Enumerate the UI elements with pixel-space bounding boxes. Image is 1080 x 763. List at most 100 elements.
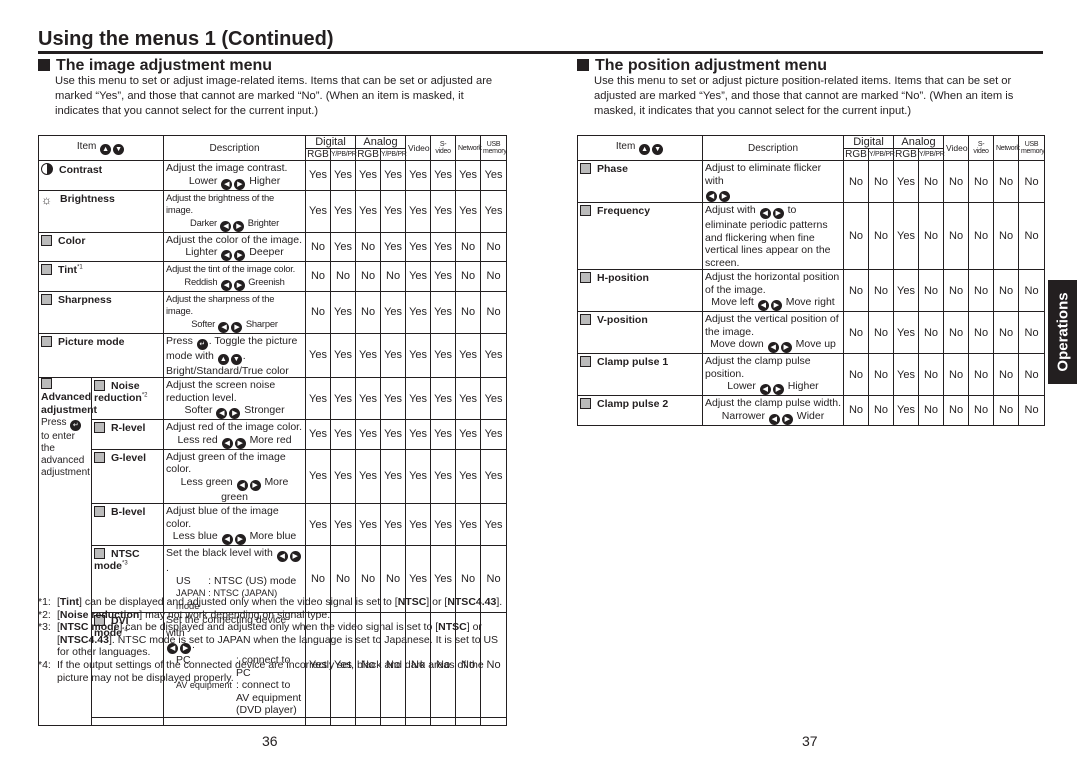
- table-row: R-level Adjust red of the image color. Les…: [39, 419, 508, 450]
- table-row: H-position Adjust the horizontal position…: [577, 269, 1046, 312]
- availability-cell: Yes: [455, 448, 482, 504]
- footnote-ref: *3: [122, 560, 128, 567]
- description-text: Adjust the horizontal position of the im…: [705, 271, 840, 296]
- table-row: Tint*1 Adjust the tint of the image color…: [37, 261, 508, 292]
- spacer-cell: [305, 716, 332, 726]
- left-button-icon: ◀: [276, 551, 288, 562]
- press-label: Press: [41, 417, 67, 428]
- availability-cell: Yes: [430, 419, 457, 450]
- availability-cell: No: [355, 231, 382, 262]
- picture-mode-icon: [41, 335, 52, 347]
- col-network: Network: [993, 135, 1020, 161]
- left-button-icon: ◀: [236, 479, 248, 491]
- availability-cell: Yes: [405, 290, 432, 334]
- availability-cell: Yes: [893, 311, 920, 354]
- adjust-range: Move down ◀ ▶ Move up: [705, 338, 841, 353]
- availability-cell: No: [305, 290, 332, 334]
- col-item: Item ▲ ▼: [577, 135, 703, 161]
- item-name: Clamp pulse 1: [597, 356, 669, 368]
- item-name: Phase: [597, 163, 628, 175]
- footnote-text-part: ].: [496, 596, 503, 608]
- availability-cell: Yes: [405, 503, 432, 546]
- h-position-icon: [580, 272, 591, 283]
- description-text: Adjust with: [705, 204, 756, 216]
- footnote-term: Tint: [59, 596, 79, 608]
- position-menu-heading-text: The position adjustment menu: [595, 57, 828, 74]
- item-cell: Frequency: [577, 202, 703, 270]
- footnote-text: [Noise reduction] may not work depending…: [57, 608, 331, 621]
- left-button-icon: ◀: [757, 300, 769, 311]
- range-right-label: Move up: [795, 338, 836, 350]
- footnote-text-part: ] can be displayed and adjusted only whe…: [119, 621, 439, 634]
- availability-cell: No: [968, 202, 995, 270]
- availability-cell: No: [1018, 353, 1046, 396]
- availability-cell: Yes: [305, 377, 332, 420]
- col-video: Video: [943, 135, 970, 161]
- col-description: Description: [702, 135, 844, 161]
- availability-cell: No: [993, 202, 1020, 270]
- right-button-icon: ▶: [234, 178, 246, 190]
- right-button-icon: ▶: [233, 220, 245, 232]
- availability-cell: No: [380, 261, 407, 292]
- footnote: *2: [Noise reduction] may not work depend…: [38, 609, 508, 622]
- availability-cell: No: [843, 353, 869, 396]
- left-button-icon: ◀: [759, 384, 771, 395]
- availability-cell: Yes: [405, 231, 432, 262]
- availability-cell: No: [455, 290, 482, 334]
- availability-cell: No: [968, 311, 995, 354]
- left-button-icon: ◀: [759, 208, 771, 219]
- phase-icon: [580, 163, 591, 174]
- adjust-range: Darker ◀ ▶ Brighter: [166, 217, 303, 232]
- table-row: Color Adjust the color of the image. Light…: [37, 231, 508, 262]
- availability-cell: Yes: [430, 332, 457, 378]
- col-item-label: Item: [76, 141, 97, 152]
- availability-cell: Yes: [305, 332, 332, 378]
- frequency-icon: [580, 205, 591, 216]
- availability-cell: No: [918, 160, 945, 203]
- availability-cell: Yes: [330, 290, 357, 334]
- footnote: *3: [NTSC mode] can be displayed and adju…: [38, 621, 508, 659]
- item-cell: V-position: [577, 311, 703, 354]
- availability-cell: No: [867, 202, 895, 270]
- availability-cell: No: [918, 395, 945, 426]
- adjust-range: Lower ◀ ▶ Higher: [166, 175, 303, 190]
- v-position-icon: [580, 314, 591, 325]
- right-button-icon: ▶: [249, 479, 261, 491]
- availability-cell: Yes: [330, 419, 357, 450]
- availability-cell: Yes: [893, 202, 920, 270]
- availability-cell: Yes: [455, 503, 482, 546]
- table-row: Sharpness Adjust the sharpness of the ima…: [37, 290, 508, 334]
- availability-cell: No: [993, 269, 1020, 312]
- down-button-icon: ▼: [230, 353, 242, 365]
- availability-cell: Yes: [480, 448, 508, 504]
- spacer-cell: [480, 716, 508, 726]
- range-right-label: Wider: [796, 409, 825, 422]
- availability-cell: No: [943, 353, 970, 396]
- availability-cell: Yes: [330, 377, 357, 420]
- description-text: Press: [166, 334, 193, 347]
- down-button-icon: ▼: [113, 144, 125, 155]
- item-name: Sharpness: [58, 293, 112, 306]
- footnote-text-part: ] or [: [426, 596, 448, 608]
- col-analog-ypbpr: Y/PB/PR: [918, 148, 945, 161]
- footnote-term: NTSC4.43: [59, 633, 109, 646]
- col-item-label: Item: [615, 141, 636, 152]
- availability-cell: Yes: [893, 395, 920, 426]
- image-menu-heading: The image adjustment menu: [38, 57, 272, 75]
- availability-cell: No: [867, 353, 895, 396]
- availability-cell: Yes: [355, 448, 382, 504]
- adjust-range: Less green ◀ ▶ More green: [166, 476, 303, 504]
- right-button-icon: ▶: [780, 342, 792, 353]
- availability-cell: Yes: [480, 419, 508, 450]
- right-button-icon: ▶: [231, 321, 243, 333]
- col-digital-ypbpr: Y/PB/PR: [330, 148, 357, 161]
- image-menu-intro: Use this menu to set or adjust image-rel…: [55, 75, 493, 117]
- description-text: Adjust red of the image color.: [166, 421, 303, 433]
- availability-cell: Yes: [480, 377, 508, 420]
- footnote-ref: *2: [141, 392, 148, 399]
- advanced-adjustment-title: Advanced adjustment: [41, 391, 98, 416]
- left-button-icon: ◀: [220, 279, 232, 291]
- footnote-term: NTSC: [438, 621, 467, 634]
- adjust-range: Lighter ◀ ▶ Deeper: [166, 246, 303, 261]
- contrast-icon: [41, 163, 53, 175]
